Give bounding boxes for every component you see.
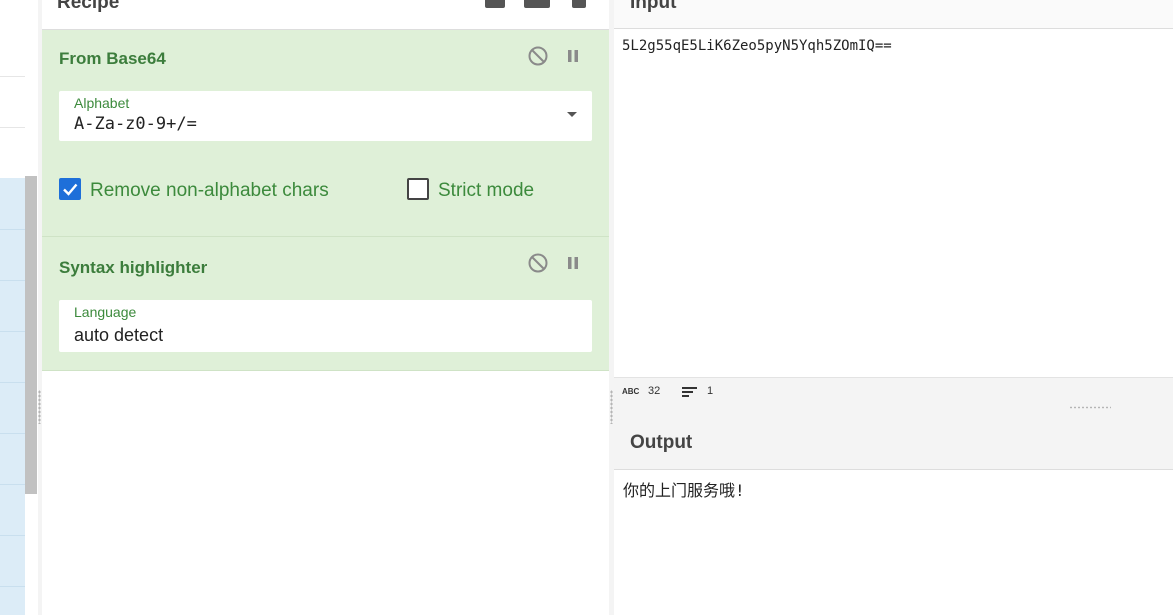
operation-divider [0,229,25,230]
operation-divider [0,586,25,587]
language-input[interactable]: Language auto detect [59,300,592,352]
language-label: Language [74,304,137,320]
operation-syntax-highlighter[interactable]: Syntax highlighter Language auto detect [42,237,609,371]
length-icon: ABC [622,387,640,396]
input-title: Input [630,0,677,13]
input-lines: 1 [707,385,714,397]
operation-divider [0,433,25,434]
pane-resize-gutter[interactable] [610,390,613,424]
alphabet-select[interactable]: Alphabet A-Za-z0-9+/= [59,91,592,141]
recipe-header: Recipe [42,0,609,30]
output-header: Output [614,410,1173,470]
pane-resize-gutter[interactable] [38,390,41,424]
operation-category-highlight[interactable] [0,178,25,615]
operation-title: Syntax highlighter [59,258,208,277]
io-resize-gutter[interactable] [1069,406,1111,409]
delete-icon[interactable] [572,0,586,8]
folder-icon[interactable] [524,0,550,8]
input-textarea[interactable]: 5L2g55qE5LiK6Zeo5pyN5Yqh5ZOmIQ== [614,29,1173,378]
operations-scrollbar[interactable] [25,176,37,494]
alphabet-label: Alphabet [74,95,130,111]
operation-title: From Base64 [59,49,166,68]
remove-non-alphabet-label[interactable]: Remove non-alphabet chars [90,180,329,202]
operation-divider [0,127,25,128]
remove-non-alphabet-checkbox[interactable] [59,178,81,200]
io-pane: Input 5L2g55qE5LiK6Zeo5pyN5Yqh5ZOmIQ== A… [614,0,1173,615]
disable-icon[interactable] [527,45,549,67]
save-icon[interactable] [485,0,505,8]
operation-divider [0,280,25,281]
chevron-down-icon[interactable] [567,112,577,117]
recipe-title: Recipe [57,0,120,13]
input-status-bar: ABC 32 1 [614,378,1173,405]
alphabet-value: A-Za-z0-9+/= [74,114,197,134]
language-value[interactable]: auto detect [74,325,163,346]
operation-divider [0,484,25,485]
operation-divider [0,331,25,332]
operation-divider [0,76,25,77]
operations-list[interactable] [0,0,38,615]
pause-icon[interactable] [562,45,584,67]
input-header: Input [614,0,1173,29]
strict-mode-checkbox[interactable] [407,178,429,200]
operation-from-base64[interactable]: From Base64 Alphabet A-Za-z0-9+/= Remove… [42,30,609,237]
operation-divider [0,535,25,536]
check-icon [63,183,78,196]
output-textarea[interactable]: 你的上门服务哦! [614,470,1173,615]
strict-mode-label[interactable]: Strict mode [438,180,534,202]
input-length: 32 [648,385,661,397]
pause-icon[interactable] [562,252,584,274]
lines-icon [682,387,697,397]
recipe-pane: Recipe From Base64 Alphabet A-Za-z0-9+/=… [42,0,609,615]
operation-divider [0,382,25,383]
output-title: Output [630,432,693,453]
input-text[interactable]: 5L2g55qE5LiK6Zeo5pyN5Yqh5ZOmIQ== [622,38,892,54]
output-text[interactable]: 你的上门服务哦! [623,477,745,501]
disable-icon[interactable] [527,252,549,274]
